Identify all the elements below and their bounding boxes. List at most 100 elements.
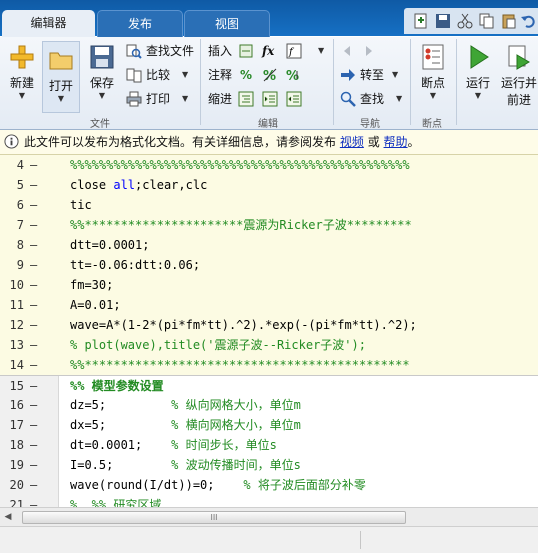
line-marker[interactable]: – — [30, 475, 37, 495]
run-button[interactable]: 运行 ▼ — [460, 43, 496, 100]
line-marker[interactable]: – — [30, 435, 37, 455]
run-dropdown-arrow[interactable]: ▼ — [460, 91, 496, 100]
line-marker[interactable]: – — [30, 455, 37, 475]
line-number: 5 — [16, 178, 24, 192]
line-marker[interactable]: – — [30, 395, 37, 415]
print-button[interactable]: 打印 ▼ — [126, 89, 188, 109]
code-line[interactable]: 18– dt=0.0001; % 时间步长，单位s — [0, 435, 538, 455]
code-line[interactable]: 11– A=0.01; — [0, 295, 538, 315]
forward-arrow-icon[interactable] — [360, 43, 376, 59]
save-button[interactable]: 保存 ▼ — [84, 43, 120, 100]
line-number: 7 — [16, 218, 24, 232]
line-marker[interactable]: – — [30, 295, 37, 315]
undo-icon[interactable] — [520, 12, 538, 30]
scroll-left-arrow-icon[interactable]: ◀ — [2, 511, 14, 523]
line-marker[interactable]: – — [30, 175, 37, 195]
line-marker[interactable]: – — [30, 195, 37, 215]
line-marker[interactable]: – — [30, 495, 37, 507]
find-dropdown-arrow[interactable]: ▼ — [396, 89, 402, 109]
code-line[interactable]: 10– fm=30; — [0, 275, 538, 295]
paste-icon[interactable] — [500, 12, 518, 30]
new-button[interactable]: 新建 ▼ — [4, 43, 40, 100]
copy-icon[interactable] — [478, 12, 496, 30]
print-dropdown-arrow[interactable]: ▼ — [182, 89, 188, 109]
insert-section-button[interactable] — [238, 41, 258, 61]
code-line[interactable]: 21– % %% 研究区域 — [0, 495, 538, 507]
line-marker[interactable]: – — [30, 215, 37, 235]
decrease-indent-button[interactable] — [286, 89, 306, 109]
code-text: fm=30; — [70, 275, 113, 295]
find-files-button[interactable]: 查找文件 — [126, 41, 194, 61]
code-segment: %%**********************震源为Ricker子波*****… — [70, 218, 412, 232]
back-arrow-icon[interactable] — [340, 43, 356, 59]
horizontal-scrollbar[interactable]: ◀ III — [0, 507, 538, 526]
compare-button[interactable]: 比较 ▼ — [126, 65, 188, 85]
code-line[interactable]: 7– %%**********************震源为Ricker子波***… — [0, 215, 538, 235]
inline-comment: % 横向网格大小，单位m — [171, 418, 301, 432]
line-marker[interactable]: – — [30, 355, 37, 375]
find-files-label: 查找文件 — [146, 44, 195, 58]
line-marker[interactable]: – — [30, 255, 37, 275]
compare-dropdown-arrow[interactable]: ▼ — [182, 65, 188, 85]
code-line[interactable]: 14– %%***********************************… — [0, 355, 538, 375]
help-link[interactable]: 帮助 — [384, 135, 408, 149]
smart-indent-button[interactable] — [238, 89, 258, 109]
breakpoints-dropdown-arrow[interactable]: ▼ — [414, 91, 452, 100]
line-marker[interactable]: – — [30, 315, 37, 335]
code-line[interactable]: 5– close all;clear,clc — [0, 175, 538, 195]
code-text: dt=0.0001; % 时间步长，单位s — [70, 435, 277, 455]
insert-function-button[interactable]: fx — [262, 41, 274, 61]
code-line[interactable]: 4–%%%%%%%%%%%%%%%%%%%%%%%%%%%%%%%%%%%%%%… — [0, 155, 538, 175]
tab-editor[interactable]: 编辑器 — [2, 10, 95, 37]
code-editor[interactable]: 4–%%%%%%%%%%%%%%%%%%%%%%%%%%%%%%%%%%%%%%… — [0, 155, 538, 507]
line-marker[interactable]: – — [30, 415, 37, 435]
new-file-icon[interactable] — [412, 12, 430, 30]
code-text: close all;clear,clc — [70, 175, 207, 195]
code-line[interactable]: 12– wave=A*(1-2*(pi*fm*tt).^2).*exp(-(pi*… — [0, 315, 538, 335]
goto-button[interactable]: 转至 ▼ — [340, 65, 398, 85]
line-marker[interactable]: – — [30, 335, 37, 355]
comment-button[interactable]: % — [240, 65, 252, 85]
increase-indent-button[interactable] — [262, 89, 282, 109]
code-line[interactable]: 6– tic — [0, 195, 538, 215]
function-hint-button[interactable]: f ▼ — [286, 41, 324, 61]
goto-dropdown-arrow[interactable]: ▼ — [392, 65, 398, 85]
code-line[interactable]: 15– %% 模型参数设置 — [0, 375, 538, 396]
scrollbar-thumb[interactable]: III — [22, 511, 406, 524]
new-dropdown-arrow[interactable]: ▼ — [4, 91, 40, 100]
back-forward-buttons[interactable] — [340, 41, 380, 61]
insert-dropdown-arrow[interactable]: ▼ — [318, 41, 324, 61]
code-line[interactable]: 13– % plot(wave),title('震源子波--Ricker子波'); — [0, 335, 538, 355]
line-marker[interactable]: – — [30, 235, 37, 255]
code-line[interactable]: 20– wave(round(I/dt))=0; % 将子波后面部分补零 — [0, 475, 538, 495]
line-marker[interactable]: – — [30, 155, 37, 175]
tab-view[interactable]: 视图 — [184, 10, 270, 37]
video-link[interactable]: 视频 — [340, 135, 364, 149]
code-line[interactable]: 19– I=0.5; % 波动传播时间，单位s — [0, 455, 538, 475]
code-line[interactable]: 17– dx=5; % 横向网格大小，单位m — [0, 415, 538, 435]
wrap-comments-button[interactable]: % — [286, 65, 306, 85]
line-number: 16 — [9, 398, 24, 412]
line-marker[interactable]: – — [30, 376, 37, 396]
code-segment: tt=-0.06:dtt:0.06; — [70, 258, 201, 272]
save-dropdown-arrow[interactable]: ▼ — [84, 91, 120, 100]
uncomment-button[interactable]: % — [262, 65, 282, 85]
save-icon[interactable] — [434, 12, 452, 30]
line-marker[interactable]: – — [30, 275, 37, 295]
breakpoints-button[interactable]: 断点 ▼ — [414, 43, 452, 100]
insert-button[interactable]: 插入 — [208, 41, 232, 61]
function-hint-icon: f — [286, 43, 302, 59]
cut-icon[interactable] — [456, 12, 474, 30]
code-text: %%**********************震源为Ricker子波*****… — [70, 215, 412, 235]
code-line[interactable]: 9– tt=-0.06:dtt:0.06; — [0, 255, 538, 275]
run-and-advance-button[interactable]: 运行并 前进 — [500, 43, 538, 108]
comment-label: 注释 — [208, 68, 233, 82]
tab-publish[interactable]: 发布 — [97, 10, 183, 37]
code-line[interactable]: 8– dtt=0.0001; — [0, 235, 538, 255]
open-dropdown-arrow[interactable]: ▼ — [43, 94, 79, 103]
find-button[interactable]: 查找 ▼ — [340, 89, 402, 109]
code-line[interactable]: 16– dz=5; % 纵向网格大小，单位m — [0, 395, 538, 415]
inline-comment: % 纵向网格大小，单位m — [171, 398, 301, 412]
open-button[interactable]: 打开 ▼ — [42, 41, 80, 113]
insert-section-icon — [239, 44, 253, 58]
